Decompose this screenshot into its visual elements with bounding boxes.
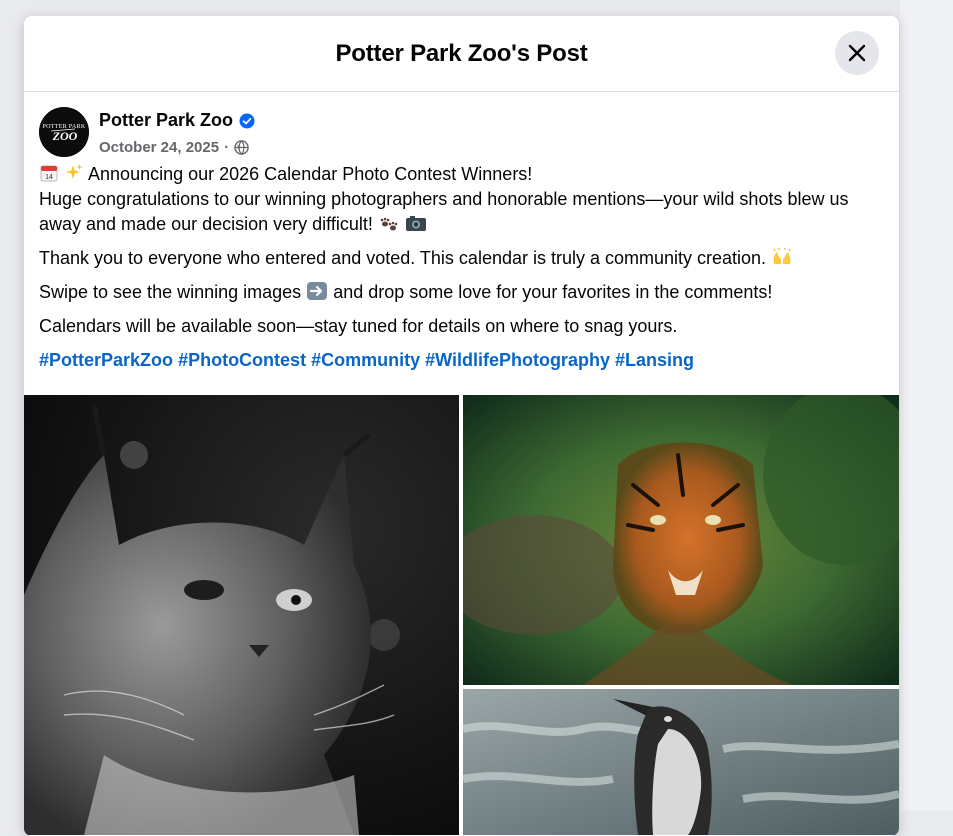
raising-hands-emoji-icon — [773, 248, 791, 264]
hashtag-link[interactable]: #Community — [311, 350, 420, 370]
post-body: 14 Announcing our 2026 Calendar Photo Co… — [24, 162, 899, 373]
paragraph-announcement: 14 Announcing our 2026 Calendar Photo Co… — [39, 164, 849, 234]
hashtag-list: #PotterParkZoo #PhotoContest #Community … — [39, 348, 884, 373]
svg-text:14: 14 — [45, 174, 53, 181]
background-strip — [900, 0, 953, 811]
globe-icon — [234, 140, 249, 155]
meta-separator: · — [224, 139, 230, 156]
close-icon — [848, 44, 866, 62]
hashtag-link[interactable]: #PhotoContest — [178, 350, 306, 370]
hashtag-link[interactable]: #Lansing — [615, 350, 694, 370]
post-header: POTTER PARK ZOO Potter Park Zoo October … — [24, 92, 899, 162]
camera-emoji-icon — [405, 216, 426, 231]
zoo-logo-icon: POTTER PARK ZOO — [39, 107, 89, 157]
close-button[interactable] — [835, 31, 879, 75]
paragraph-thanks: Thank you to everyone who entered and vo… — [39, 246, 884, 271]
paw-prints-emoji-icon — [380, 217, 398, 231]
penguin-photo[interactable] — [463, 689, 899, 835]
sparkles-emoji-icon — [66, 164, 83, 179]
avatar[interactable]: POTTER PARK ZOO — [39, 107, 89, 157]
paragraph-calendars: Calendars will be available soon—stay tu… — [39, 316, 678, 336]
hashtag-link[interactable]: #WildlifePhotography — [425, 350, 610, 370]
hashtag-link[interactable]: #PotterParkZoo — [39, 350, 173, 370]
verified-badge-icon — [239, 113, 255, 128]
dialog-header: Potter Park Zoo's Post — [24, 16, 899, 92]
calendar-emoji-icon: 14 — [40, 165, 58, 182]
lynx-photo[interactable] — [24, 395, 459, 835]
right-arrow-emoji-icon — [307, 282, 328, 300]
svg-text:ZOO: ZOO — [52, 129, 78, 143]
paragraph-swipe: Swipe to see the winning images and drop… — [39, 282, 773, 302]
author-name[interactable]: Potter Park Zoo — [99, 110, 233, 131]
tiger-photo[interactable] — [463, 395, 899, 685]
post-dialog: Potter Park Zoo's Post POTTER PARK ZOO P… — [24, 16, 899, 836]
photo-grid — [24, 395, 899, 835]
post-date[interactable]: October 24, 2025 — [99, 139, 219, 156]
dialog-title: Potter Park Zoo's Post — [335, 39, 588, 67]
